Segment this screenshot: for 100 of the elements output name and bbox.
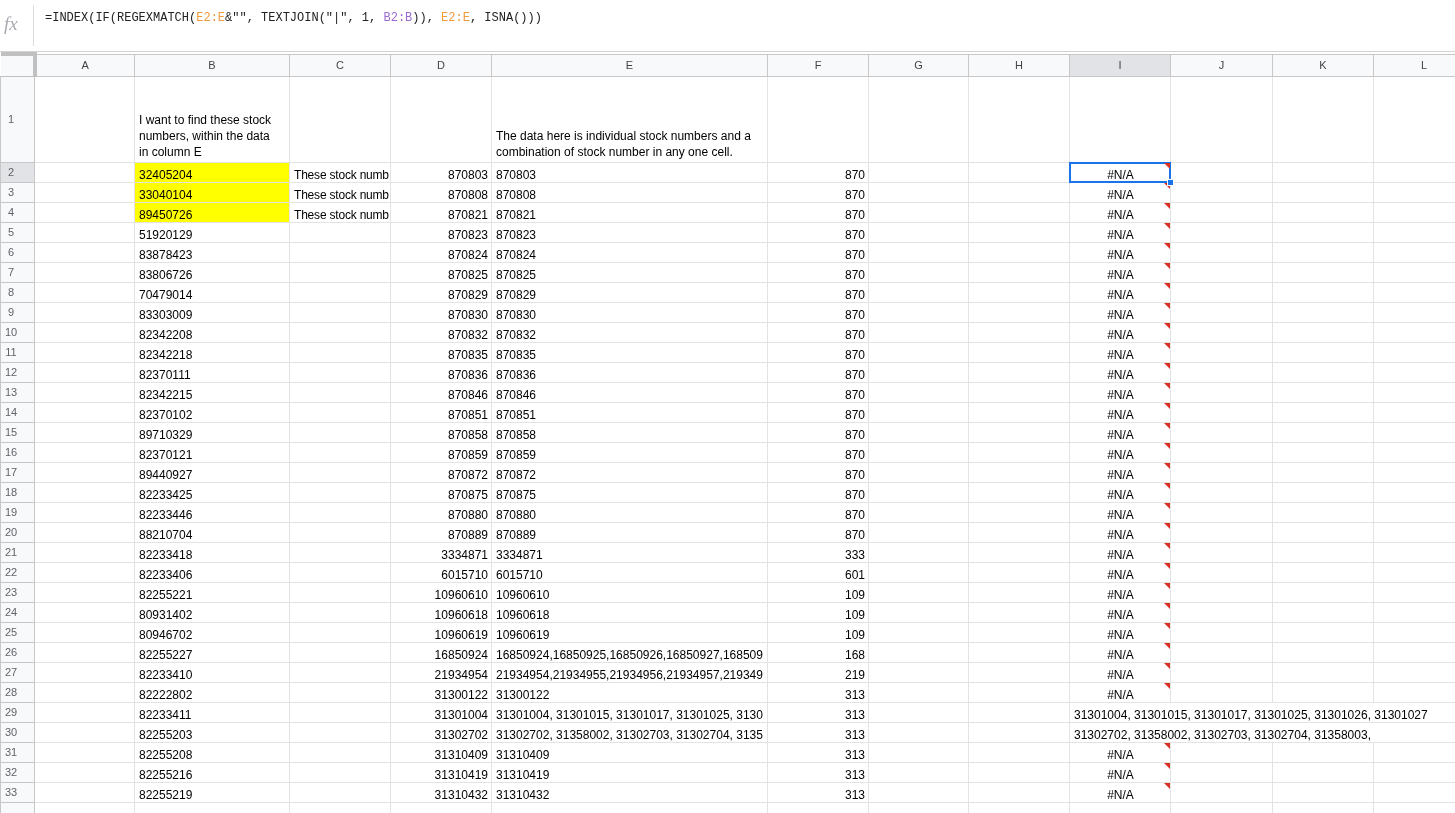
table-cell[interactable]: 601 <box>767 562 869 582</box>
table-cell[interactable]: 870821 <box>491 202 768 222</box>
table-cell[interactable]: 10960610 <box>491 582 768 602</box>
table-cell[interactable]: 82370121 <box>134 442 290 462</box>
column-header[interactable]: B <box>134 54 290 76</box>
table-cell[interactable]: #N/A <box>1069 742 1171 762</box>
table-cell[interactable]: 82233410 <box>134 662 290 682</box>
table-cell[interactable]: 870 <box>767 302 869 322</box>
row-header[interactable]: 3 <box>0 182 35 202</box>
table-cell[interactable]: 82255219 <box>134 782 290 802</box>
row-header[interactable]: 9 <box>0 302 35 322</box>
row-header[interactable]: 24 <box>0 602 35 622</box>
table-cell[interactable]: 870872 <box>491 462 768 482</box>
table-cell[interactable]: 870829 <box>491 282 768 302</box>
table-cell[interactable]: 89440927 <box>134 462 290 482</box>
table-cell[interactable]: 31310432 <box>390 782 492 802</box>
table-cell[interactable]: 870875 <box>491 482 768 502</box>
column-header[interactable]: E <box>491 54 768 76</box>
table-cell[interactable]: 168 <box>767 642 869 662</box>
table-cell[interactable]: #N/A <box>1069 622 1171 642</box>
table-cell[interactable]: 10960618 <box>390 602 492 622</box>
table-cell[interactable]: 82233446 <box>134 502 290 522</box>
table-cell[interactable]: 31310409 <box>390 742 492 762</box>
table-cell[interactable]: These stock numb <box>289 202 391 222</box>
table-cell[interactable]: 82233418 <box>134 542 290 562</box>
table-cell[interactable]: 313 <box>767 682 869 702</box>
table-cell[interactable]: #N/A <box>1069 202 1171 222</box>
table-cell[interactable]: 82342215 <box>134 382 290 402</box>
table-cell[interactable]: 219 <box>767 662 869 682</box>
row-header[interactable]: 18 <box>0 482 35 502</box>
column-header[interactable]: F <box>767 54 869 76</box>
table-cell[interactable]: 870803 <box>491 162 768 182</box>
column-header[interactable]: L <box>1373 54 1455 76</box>
table-cell[interactable]: 31301004, 31301015, 31301017, 31301025, 3130 <box>491 702 768 722</box>
column-header[interactable]: H <box>968 54 1070 76</box>
table-cell[interactable]: 313 <box>767 782 869 802</box>
table-cell[interactable]: 16850924 <box>390 642 492 662</box>
table-cell[interactable]: 870846 <box>390 382 492 402</box>
table-cell[interactable]: #N/A <box>1069 262 1171 282</box>
row-header[interactable]: 26 <box>0 642 35 662</box>
table-cell[interactable]: 870 <box>767 262 869 282</box>
table-cell[interactable]: 16850924,16850925,16850926,16850927,168509 <box>491 642 768 662</box>
table-cell[interactable]: 82255221 <box>134 582 290 602</box>
row-header[interactable]: 17 <box>0 462 35 482</box>
row-header[interactable]: 16 <box>0 442 35 462</box>
row-header[interactable]: 19 <box>0 502 35 522</box>
table-cell[interactable]: #N/A <box>1069 302 1171 322</box>
row-header[interactable]: 4 <box>0 202 35 222</box>
table-cell[interactable]: 10960618 <box>491 602 768 622</box>
table-cell[interactable]: 82342208 <box>134 322 290 342</box>
column-header[interactable]: A <box>34 54 135 76</box>
fill-handle[interactable] <box>1167 178 1174 186</box>
table-cell[interactable]: These stock numb <box>289 162 391 182</box>
row-header[interactable]: 10 <box>0 322 35 342</box>
table-cell[interactable]: 31301004 <box>390 702 492 722</box>
table-cell[interactable]: 82255203 <box>134 722 290 742</box>
table-cell[interactable]: 870830 <box>491 302 768 322</box>
table-cell[interactable]: 80931402 <box>134 602 290 622</box>
table-cell[interactable]: #N/A <box>1069 462 1171 482</box>
table-cell[interactable]: 109 <box>767 622 869 642</box>
row-header[interactable]: 7 <box>0 262 35 282</box>
table-cell[interactable]: 82233425 <box>134 482 290 502</box>
table-cell[interactable]: 870 <box>767 382 869 402</box>
table-cell[interactable]: 82370102 <box>134 402 290 422</box>
row-header[interactable]: 32 <box>0 762 35 782</box>
table-cell[interactable]: #N/A <box>1069 382 1171 402</box>
table-cell[interactable]: #N/A <box>1069 222 1171 242</box>
table-cell[interactable]: 870832 <box>390 322 492 342</box>
row-header[interactable]: 12 <box>0 362 35 382</box>
table-cell[interactable]: 870824 <box>390 242 492 262</box>
table-cell[interactable]: 870 <box>767 342 869 362</box>
table-cell[interactable]: 870836 <box>390 362 492 382</box>
row-header[interactable]: 1 <box>0 76 35 162</box>
table-cell[interactable]: 870 <box>767 422 869 442</box>
row-header[interactable]: 23 <box>0 582 35 602</box>
table-cell[interactable]: #N/A <box>1069 582 1171 602</box>
table-cell[interactable]: 82255227 <box>134 642 290 662</box>
table-cell[interactable]: 870 <box>767 182 869 202</box>
table-cell[interactable]: 870858 <box>390 422 492 442</box>
table-cell[interactable]: 870858 <box>491 422 768 442</box>
table-cell[interactable]: 21934954,21934955,21934956,21934957,219349 <box>491 662 768 682</box>
table-cell[interactable]: 83806726 <box>134 262 290 282</box>
table-cell[interactable]: 31300122 <box>491 682 768 702</box>
table-cell[interactable]: 313 <box>767 722 869 742</box>
table-cell[interactable]: 109 <box>767 582 869 602</box>
table-cell[interactable]: 870 <box>767 222 869 242</box>
table-cell[interactable]: 870808 <box>390 182 492 202</box>
table-cell[interactable]: 870829 <box>390 282 492 302</box>
table-cell[interactable]: 82255216 <box>134 762 290 782</box>
table-cell[interactable]: These stock numb <box>289 182 391 202</box>
table-cell[interactable]: 870808 <box>491 182 768 202</box>
table-cell[interactable]: The data here is individual stock numbers and a combination of stock number in any one cell. <box>491 76 768 162</box>
row-header[interactable]: 14 <box>0 402 35 422</box>
table-cell[interactable]: 6015710 <box>491 562 768 582</box>
table-cell[interactable]: 870 <box>767 202 869 222</box>
table-cell[interactable]: 82233411 <box>134 702 290 722</box>
table-cell[interactable]: 82342218 <box>134 342 290 362</box>
table-cell[interactable]: 870851 <box>390 402 492 422</box>
row-header[interactable]: 2 <box>0 162 35 182</box>
table-cell[interactable]: 82233406 <box>134 562 290 582</box>
